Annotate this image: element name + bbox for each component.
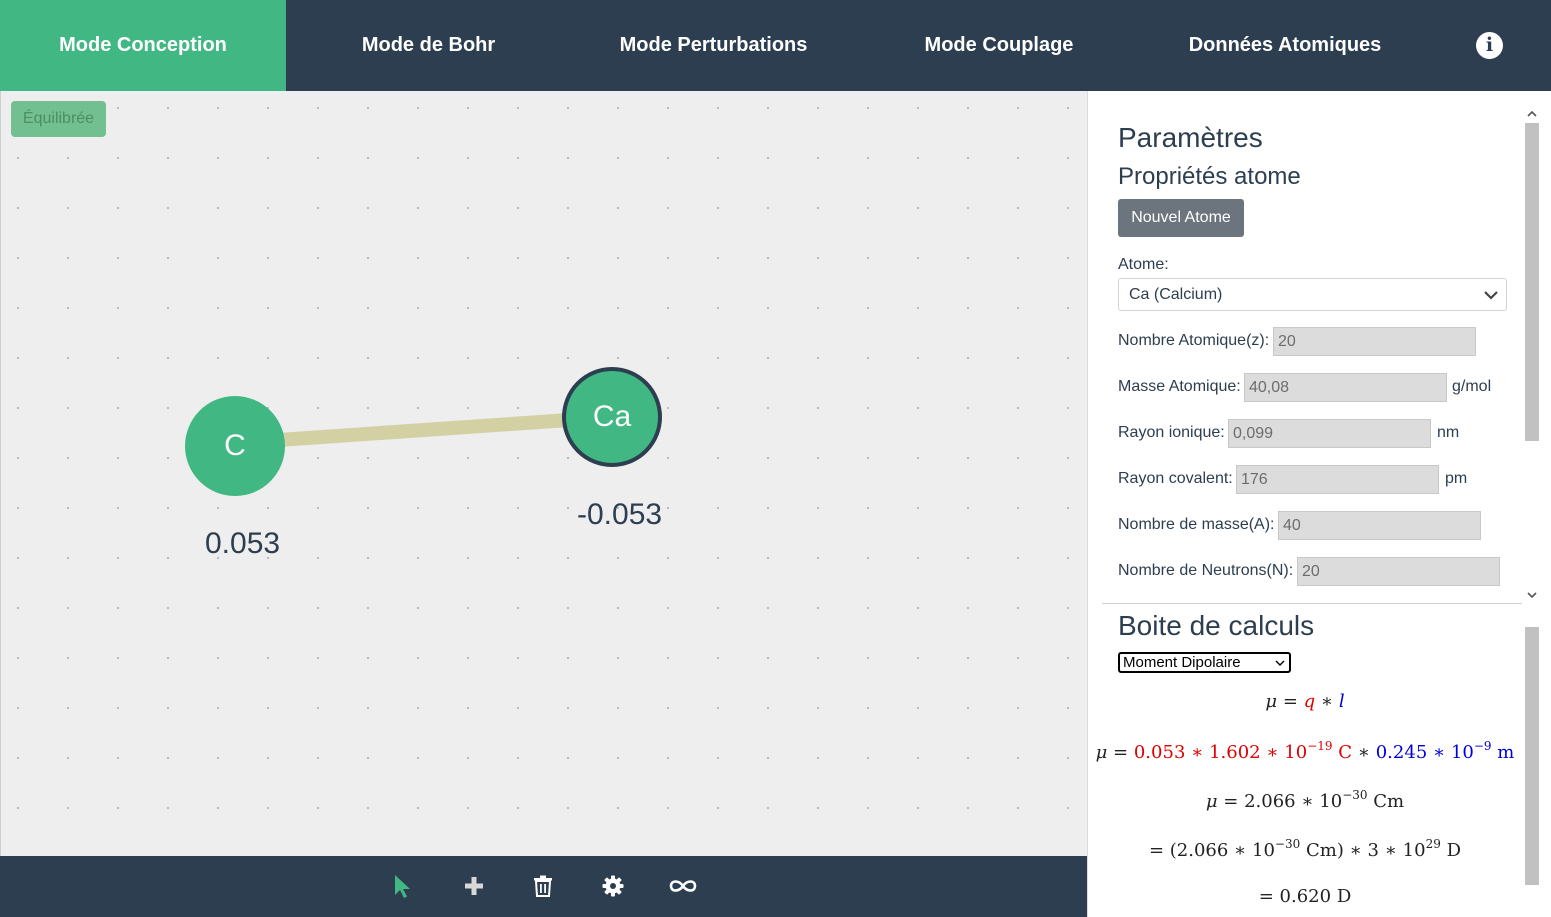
parameters-panel: Paramètres Propriétés atome Nouvel Atome… [1087,91,1551,917]
ionic-radius-field[interactable]: 0,099 [1228,419,1431,448]
select-cursor-icon[interactable] [384,868,420,904]
tab-mode-bohr[interactable]: Mode de Bohr [286,0,571,91]
atom-carbon[interactable]: C [185,396,285,496]
calc-scrollbar[interactable] [1522,613,1539,917]
atom-select[interactable]: Ca (Calcium) [1118,278,1507,311]
formula-substitution: μ = 0.053 ∗ 1.602 ∗ 10−19 C ∗ 0.245 ∗ 10… [1095,739,1515,763]
tab-mode-conception[interactable]: Mode Conception [0,0,286,91]
atomic-mass-field[interactable]: 40,08 [1244,373,1447,402]
tab-donnees-atomiques[interactable]: Données Atomiques [1142,0,1428,91]
field-label-covalent-radius: Rayon covalent: [1118,470,1233,487]
unit-label: nm [1437,424,1460,441]
molecule-canvas[interactable]: Équilibrée C 0.053 Ca -0.053 [0,91,1087,856]
add-plus-icon[interactable] [456,868,492,904]
infinity-icon[interactable] [665,868,701,904]
tab-mode-couplage[interactable]: Mode Couplage [856,0,1142,91]
bond-c-ca[interactable] [234,410,613,450]
bottom-toolbar [0,856,1087,917]
field-label-atomic-number: Nombre Atomique(z): [1118,332,1270,349]
neutron-count-field[interactable]: 20 [1297,557,1500,586]
field-label-ionic-radius: Rayon ionique: [1118,424,1225,441]
info-icon[interactable]: i [1476,32,1503,59]
atom-calcium[interactable]: Ca [562,367,662,467]
gear-icon[interactable] [595,868,631,904]
unit-label: pm [1445,470,1468,487]
calc-title: Boite de calculs [1118,610,1315,641]
new-atom-button[interactable]: Nouvel Atome [1118,199,1244,237]
formula-result-debye: = 0.620 D [1258,886,1352,907]
tab-mode-perturbations[interactable]: Mode Perturbations [571,0,856,91]
chevron-down-icon [1275,660,1285,666]
field-label-atomic-mass: Masse Atomique: [1118,378,1241,395]
unit-label: g/mol [1452,378,1492,395]
atom-symbol: C [224,429,246,462]
formula-conversion: = (2.066 ∗ 10−30 Cm) ∗ 3 ∗ 1029 D [1148,837,1462,861]
scroll-up-icon[interactable] [1525,109,1539,119]
atom-charge-label: 0.053 [205,527,281,560]
section-divider [1102,603,1522,604]
scrollbar-thumb[interactable] [1525,627,1539,885]
bond-layer [234,410,613,450]
panel-title: Paramètres [1118,122,1263,153]
calc-select-value: Moment Dipolaire [1123,654,1241,671]
mass-number-field[interactable]: 40 [1278,511,1481,540]
formula-dipole: μ = q ∗ l [1265,691,1345,712]
atom-charge-label: -0.053 [577,498,663,531]
field-label-neutron-count: Nombre de Neutrons(N): [1118,562,1294,579]
atom-symbol: Ca [592,400,632,433]
scrollbar-thumb[interactable] [1525,123,1539,441]
field-label-mass-number: Nombre de masse(A): [1118,516,1275,533]
panel-subtitle: Propriétés atome [1118,163,1301,190]
atom-label: Atome: [1118,256,1169,273]
scroll-down-icon[interactable] [1525,590,1539,600]
chevron-down-icon [1484,291,1498,300]
parameters-scrollbar[interactable] [1522,109,1539,603]
atomic-number-field[interactable]: 20 [1273,327,1476,356]
trash-icon[interactable] [525,868,561,904]
covalent-radius-field[interactable]: 176 [1236,465,1439,494]
calc-type-select[interactable]: Moment Dipolaire [1118,652,1291,673]
formula-result-cm: μ = 2.066 ∗ 10−30 Cm [1205,788,1405,812]
top-navigation: Mode Conception Mode de Bohr Mode Pertur… [0,0,1551,91]
atom-select-value: Ca (Calcium) [1129,285,1223,303]
